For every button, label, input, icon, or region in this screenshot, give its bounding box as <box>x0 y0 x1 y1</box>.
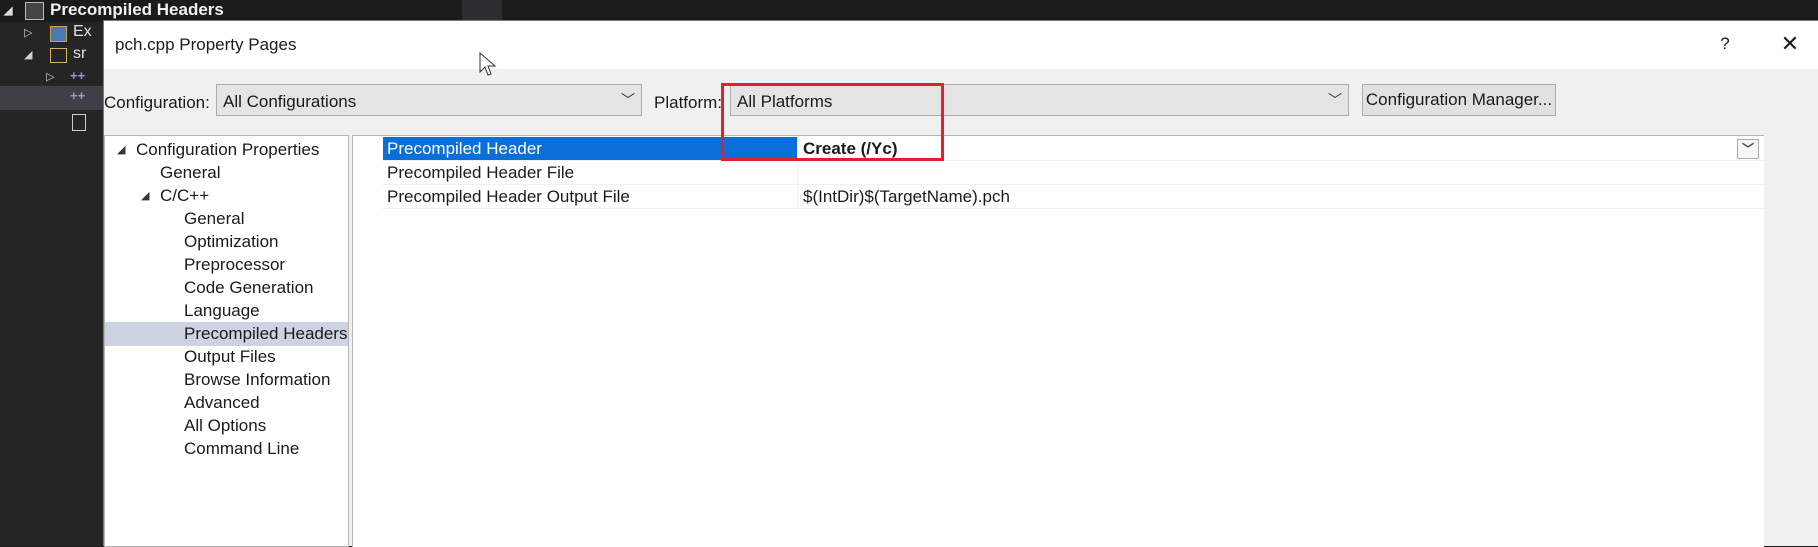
tree-node-label: Code Generation <box>184 278 314 297</box>
dialog-title: pch.cpp Property Pages <box>115 35 297 54</box>
property-row-precompiled-header-output-file[interactable]: Precompiled Header Output File $(IntDir)… <box>383 185 1765 209</box>
solution-explorer-header[interactable]: ◢ Precompiled Headers <box>0 0 500 22</box>
property-pages-dialog: pch.cpp Property Pages ? ✕ Configuration… <box>103 20 1818 547</box>
close-button[interactable]: ✕ <box>1770 29 1810 59</box>
configuration-label: Configuration: <box>104 93 210 112</box>
tree-node-output-files[interactable]: Output Files <box>105 345 348 369</box>
folder-icon <box>50 48 67 63</box>
expand-triangle-icon[interactable]: ▷ <box>24 26 32 39</box>
tree-node-label: Preprocessor <box>184 255 286 274</box>
tree-item-header-file[interactable] <box>0 110 103 134</box>
dialog-titlebar[interactable]: pch.cpp Property Pages ? ✕ <box>104 21 1818 69</box>
tree-node-label: General <box>184 209 245 228</box>
configuration-value: All Configurations <box>223 92 357 111</box>
tree-item-source[interactable]: ◢ sr <box>0 44 103 68</box>
highlight-annotation-box <box>721 83 944 161</box>
tree-node-configuration-properties[interactable]: ◢ Configuration Properties <box>105 138 348 162</box>
tree-node-browse-information[interactable]: Browse Information <box>105 368 348 392</box>
chevron-down-icon: ﹀ <box>1328 92 1342 108</box>
tree-item-label: Ex <box>73 23 92 40</box>
property-row-precompiled-header[interactable]: Precompiled Header Create (/Yc) ﹀ <box>383 137 1765 161</box>
property-tree: ◢ Configuration Properties General ◢ C/C… <box>104 135 349 547</box>
tree-node-label: Advanced <box>184 393 260 412</box>
solution-explorer: ▷ Ex ◢ sr ▷ ++ ++ <box>0 22 103 546</box>
mouse-cursor-icon <box>479 52 497 76</box>
tree-node-all-options[interactable]: All Options <box>105 414 348 438</box>
tree-node-cpp-general[interactable]: General <box>105 207 348 231</box>
tree-node-label: Precompiled Headers <box>184 324 348 343</box>
collapse-triangle-icon[interactable]: ◢ <box>117 138 125 162</box>
expand-triangle-icon[interactable]: ▷ <box>46 70 54 83</box>
tree-node-command-line[interactable]: Command Line <box>105 437 348 461</box>
configuration-manager-button[interactable]: Configuration Manager... <box>1362 84 1556 116</box>
tree-node-optimization[interactable]: Optimization <box>105 230 348 254</box>
tree-node-label: General <box>160 163 221 182</box>
solution-title: Precompiled Headers <box>50 0 224 19</box>
dropdown-arrow-icon[interactable]: ﹀ <box>1737 139 1759 159</box>
tree-item-pch-cpp[interactable]: ++ <box>0 86 103 110</box>
tree-node-language[interactable]: Language <box>105 299 348 323</box>
tree-node-code-generation[interactable]: Code Generation <box>105 276 348 300</box>
help-button[interactable]: ? <box>1705 29 1745 59</box>
tree-item-external[interactable]: ▷ Ex <box>0 22 103 46</box>
property-value[interactable]: $(IntDir)$(TargetName).pch <box>797 185 1765 208</box>
tree-node-label: Optimization <box>184 232 279 251</box>
collapse-triangle-icon[interactable]: ◢ <box>24 48 32 61</box>
tree-node-label: Configuration Properties <box>136 140 320 159</box>
collapse-triangle-icon[interactable]: ◢ <box>141 184 149 208</box>
tree-node-c-cpp[interactable]: ◢ C/C++ <box>105 184 348 208</box>
property-row-precompiled-header-file[interactable]: Precompiled Header File <box>383 161 1765 185</box>
configuration-dropdown[interactable]: All Configurations ﹀ <box>216 84 642 116</box>
tree-node-label: Language <box>184 301 260 320</box>
tree-node-label: C/C++ <box>160 186 210 205</box>
cpp-file-icon: ++ <box>70 68 86 83</box>
property-value[interactable] <box>797 161 1765 184</box>
platform-label: Platform: <box>654 93 723 112</box>
tree-node-label: Output Files <box>184 347 276 366</box>
property-grid: Precompiled Header Create (/Yc) ﹀ Precom… <box>352 135 1765 547</box>
header-file-icon <box>72 114 86 131</box>
tree-node-general[interactable]: General <box>105 161 348 185</box>
tree-item-label: sr <box>73 45 87 62</box>
chevron-down-icon: ﹀ <box>621 92 635 108</box>
external-deps-icon <box>50 26 67 42</box>
property-name[interactable]: Precompiled Header File <box>383 161 797 184</box>
property-name[interactable]: Precompiled Header Output File <box>383 185 797 208</box>
tree-node-preprocessor[interactable]: Preprocessor <box>105 253 348 277</box>
tree-node-label: Browse Information <box>184 370 331 389</box>
cpp-file-icon: ++ <box>70 88 86 103</box>
tree-node-precompiled-headers[interactable]: Precompiled Headers <box>105 322 348 346</box>
collapse-triangle-icon[interactable]: ◢ <box>4 4 12 17</box>
tree-node-label: Command Line <box>184 439 300 458</box>
tree-node-advanced[interactable]: Advanced <box>105 391 348 415</box>
project-icon <box>25 2 44 20</box>
grid-gutter <box>353 136 383 547</box>
tree-node-label: All Options <box>184 416 267 435</box>
